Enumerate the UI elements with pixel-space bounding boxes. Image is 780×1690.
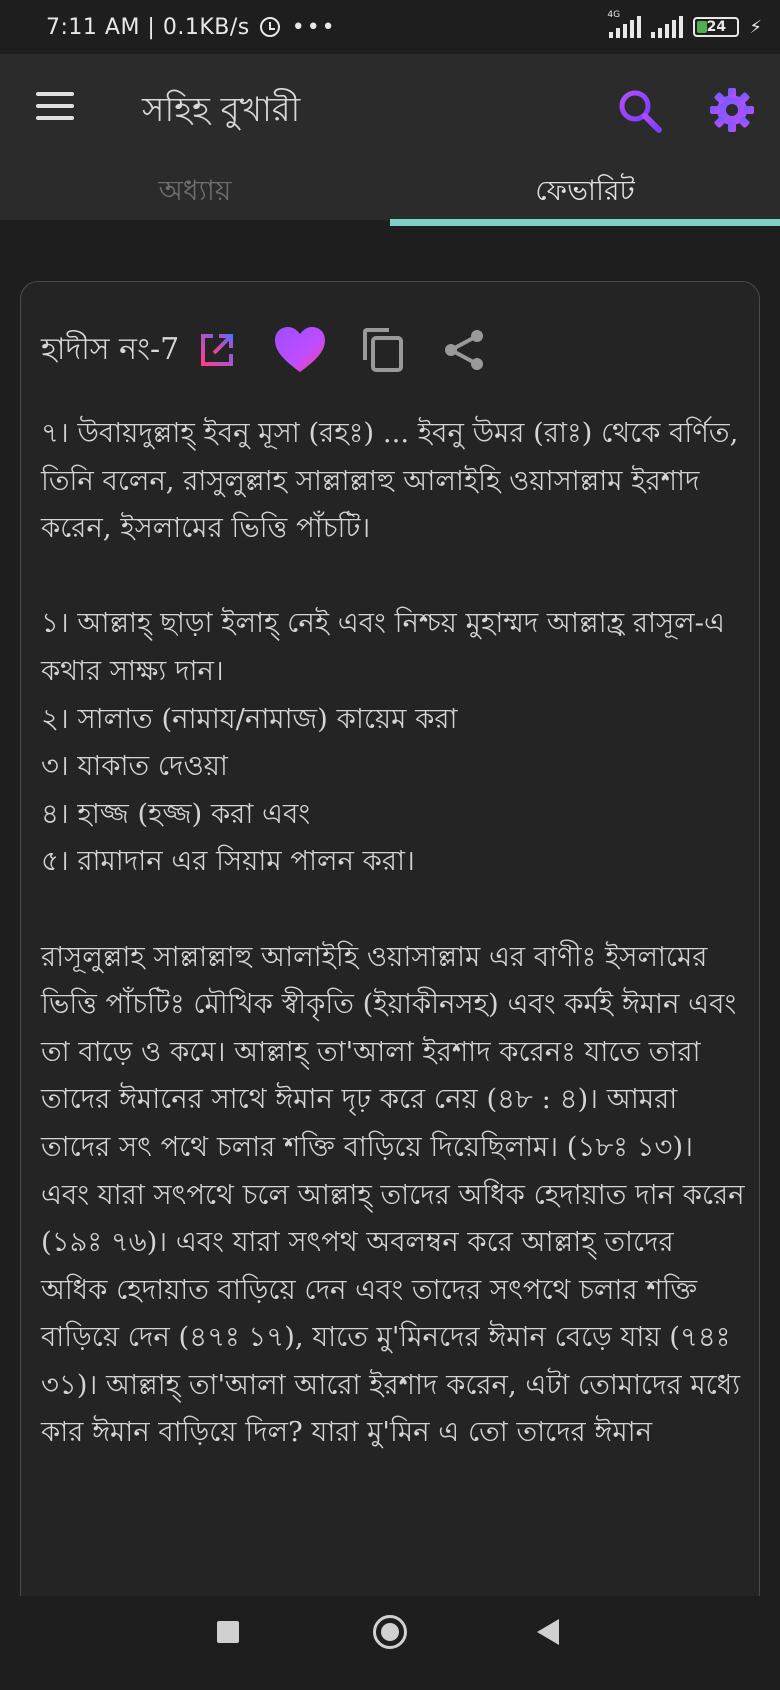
- hadith-pillar-3: ৩। যাকাত দেওয়া: [41, 750, 228, 783]
- tab-bar: অধ্যায় ফেভারিট: [0, 164, 780, 226]
- status-bar: 7:11 AM | 0.1KB/s ••• 4G 24 ⚡: [0, 0, 780, 54]
- battery-icon: 24: [693, 17, 740, 37]
- hadith-text: ৭। উবায়দুল্লাহ্ ইবনু মূসা (রহঃ) ... ইবন…: [41, 410, 747, 1457]
- network-type-label: 4G: [607, 10, 621, 20]
- hadith-pillar-4: ৪। হাজ্জ (হজ্জ) করা এবং: [41, 797, 311, 830]
- hadith-pillar-1: ১। আল্লাহ্ ছাড়া ইলাহ্ নেই এবং নিশ্চয় ম…: [41, 607, 725, 687]
- open-external-icon[interactable]: [197, 330, 237, 370]
- hadith-pillar-2: ২। সালাত (নামায/নামাজ) কায়েম করা: [41, 702, 458, 735]
- recents-square-icon[interactable]: [217, 1621, 239, 1643]
- home-circle-icon[interactable]: [373, 1615, 407, 1649]
- tab-favorites[interactable]: ফেভারিট: [390, 164, 780, 226]
- gear-icon[interactable]: [708, 86, 756, 134]
- hadith-pillar-5: ৫। রামাদান এর সিয়াম পালন করা।: [41, 845, 415, 878]
- hadith-paragraph-commentary: রাসূলুল্লাহ সাল্লাল্লাহু আলাইহি ওয়াসাল্…: [41, 940, 745, 1449]
- cell-signal-2-icon: [651, 16, 684, 38]
- tab-chapters[interactable]: অধ্যায়: [0, 164, 390, 220]
- alarm-icon: [259, 17, 280, 37]
- more-notifications-icon: •••: [291, 14, 337, 40]
- hadith-card-header: হাদীস নং-7: [41, 320, 485, 380]
- hamburger-menu-icon[interactable]: [36, 92, 76, 122]
- system-nav-bar: [0, 1596, 780, 1690]
- status-right: 4G 24 ⚡: [607, 10, 762, 38]
- hadith-number-label: হাদীস নং-7: [41, 331, 180, 367]
- status-time: 7:11 AM | 0.1KB/s: [46, 14, 250, 40]
- page-title: সহিহ বুখারী: [142, 90, 301, 130]
- bolt-icon: ⚡: [749, 16, 762, 38]
- hadith-card: হাদীস নং-7 ৭। উবায়দুল্লাহ্ ইবনু মূসা (র…: [20, 281, 760, 1611]
- heart-icon[interactable]: [273, 325, 327, 375]
- app-bar: সহিহ বুখারী অধ্যায় ফেভারিট: [0, 54, 780, 226]
- share-icon[interactable]: [443, 328, 485, 372]
- copy-icon[interactable]: [361, 326, 405, 374]
- battery-level: 24: [706, 19, 727, 35]
- hadith-paragraph-intro: ৭। উবায়দুল্লাহ্ ইবনু মূসা (রহঃ) ... ইবন…: [41, 417, 739, 545]
- back-triangle-icon[interactable]: [537, 1619, 559, 1645]
- cell-signal-icon: 4G: [607, 10, 642, 38]
- search-icon[interactable]: [617, 88, 663, 134]
